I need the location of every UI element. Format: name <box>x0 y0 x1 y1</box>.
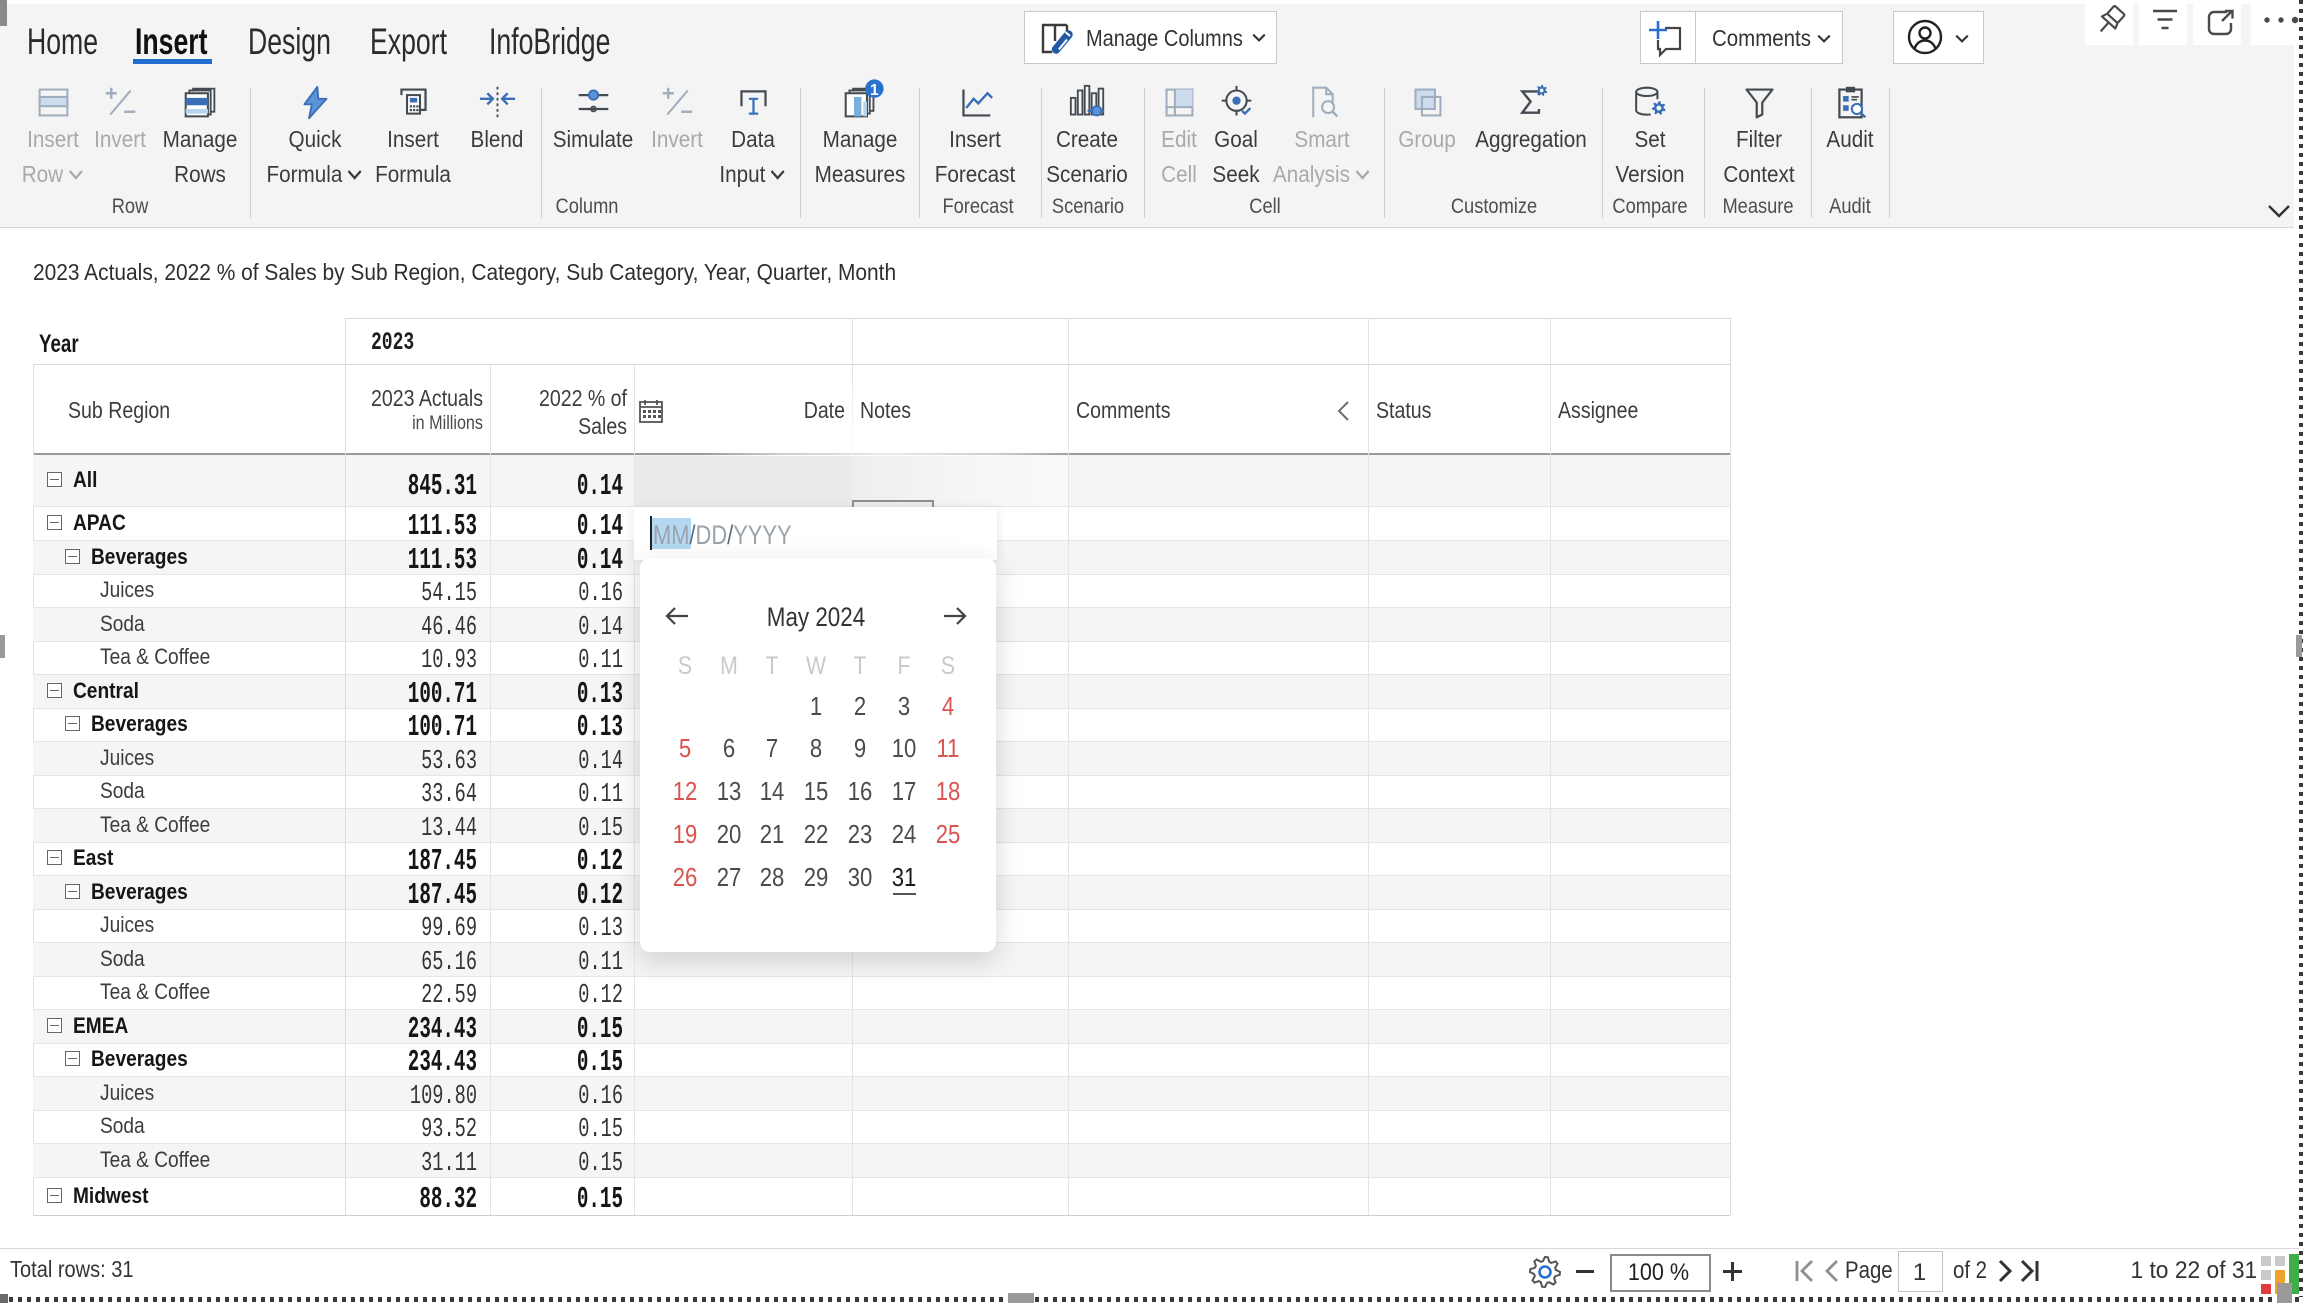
svg-text:1: 1 <box>870 82 879 99</box>
